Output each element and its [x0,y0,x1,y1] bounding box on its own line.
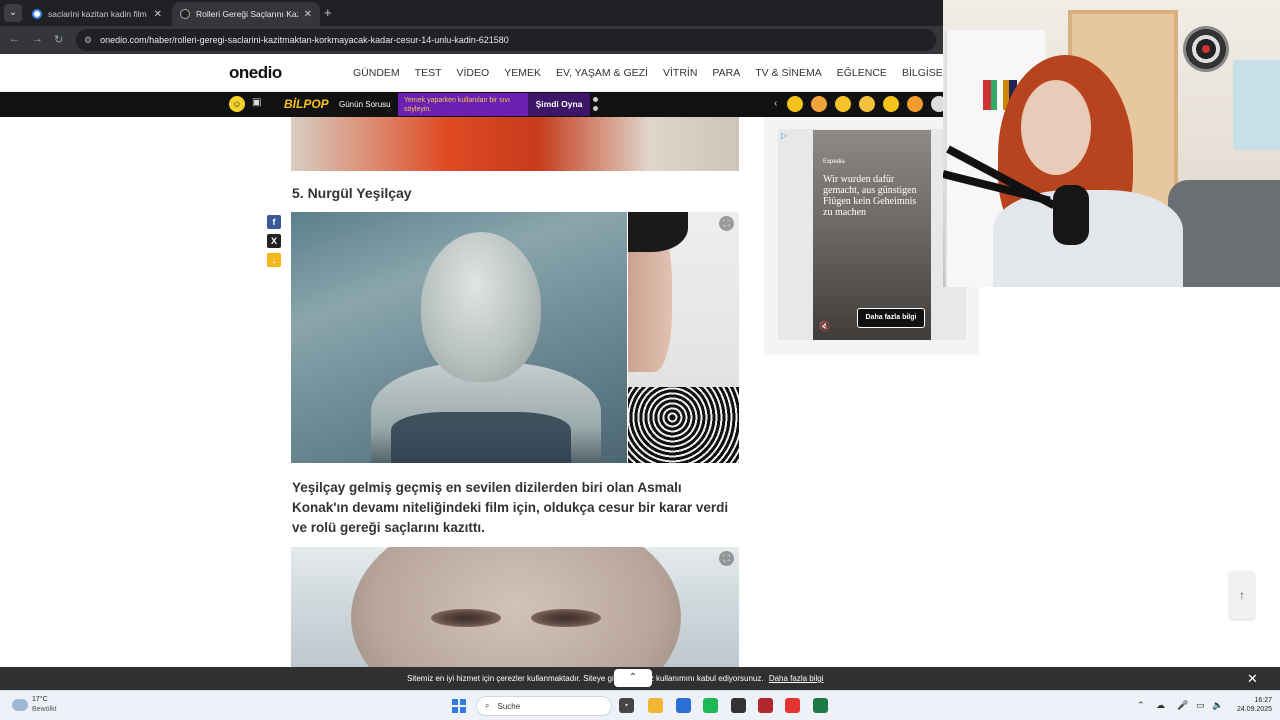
chrome-icon[interactable] [785,698,800,713]
obs-icon[interactable] [731,698,746,713]
spotify-icon[interactable] [703,698,718,713]
download-icon[interactable]: ↓ [267,253,281,267]
weather-temperature[interactable]: 17°C [32,696,48,703]
close-tab-icon[interactable]: ✕ [154,9,162,20]
photo-right-panel [628,212,739,463]
webcam-overlay [943,0,1280,287]
browser-tab-active[interactable]: Rolleri Gereği Saçlarını Kazıtm ✕ [172,2,320,26]
site-logo[interactable]: onedio [229,63,282,83]
emoji-icon[interactable] [883,96,899,112]
nav-item[interactable]: TEST [415,67,442,79]
article-paragraph: Yeşilçay gelmiş geçmiş en sevilen dizile… [292,480,729,535]
nav-item[interactable]: TV & SİNEMA [755,67,822,79]
speaker-muted-icon[interactable]: 🔈 [1212,700,1223,711]
main-nav: GÜNDEM TEST VİDEO YEMEK EV, YAŞAM & GEZİ VİTR… [353,67,949,79]
task-view-icon[interactable]: ▪ [619,698,634,713]
emoji-icon[interactable] [907,96,923,112]
x-icon[interactable]: X [267,234,281,248]
nav-item[interactable]: EV, YAŞAM & GEZİ [556,67,648,79]
monitor-icon[interactable]: ▭ [1196,700,1205,711]
ad-brand: Expedia [823,159,845,165]
fullscreen-icon[interactable]: ⛶ [719,216,734,231]
smiley-icon[interactable]: ☺ [229,96,245,112]
screen: ⌄ saclarini kazitan kadin film kara ✕ Ro… [0,0,1280,720]
gamepad-icon[interactable]: ▣ [252,97,261,108]
emoji-icon[interactable] [835,96,851,112]
url-field[interactable]: ⚙ onedio.com/haber/rolleri-geregi-saclar… [76,29,936,51]
back-icon[interactable]: ← [9,33,20,45]
url-text: onedio.com/haber/rolleri-geregi-saclarin… [100,35,509,45]
chevron-left-icon[interactable]: ‹ [774,98,777,109]
store-icon[interactable] [676,698,691,713]
video-app-icon[interactable] [758,698,773,713]
search-icon: ⌕ [485,701,490,710]
taskbar-search[interactable]: ⌕ Suche [476,696,612,716]
new-tab-icon[interactable]: + [324,5,332,20]
eye-right [531,609,601,627]
nav-item[interactable]: PARA [712,67,740,79]
eye-left [431,609,501,627]
shaved-head [421,232,541,382]
share-buttons: f X ↓ [264,215,284,272]
windows-taskbar: 17°C Bewölkt ⌕ Suche ▪ ⌃ ☁ 🎤 ▭ 🔈 16:27 2… [0,690,1280,720]
cookie-more-link[interactable]: Daha fazla bilgi [769,674,824,683]
microphone-icon[interactable]: 🎤 [1177,700,1188,711]
mute-icon[interactable]: 🔇 [819,321,830,332]
carousel-dots[interactable] [593,97,599,115]
search-placeholder: Suche [497,701,521,711]
browser-tab[interactable]: saclarini kazitan kadin film kara ✕ [24,2,170,26]
daily-question[interactable]: Yemek yaparken kullanılan bir sıvı söyle… [398,93,528,116]
google-favicon-icon [32,9,42,19]
daily-question-label: Günün Sorusu [339,100,391,109]
weather-condition: Bewölkt [32,706,57,713]
ad-choices-icon[interactable]: ▷ [781,131,787,140]
nav-item[interactable]: YEMEK [504,67,541,79]
nav-item[interactable]: GÜNDEM [353,67,400,79]
chevron-up-icon[interactable]: ⌃ [1137,700,1145,711]
scroll-to-top-button[interactable]: ↑ [1229,571,1255,619]
clock[interactable]: 16:27 24.09.2025 [1232,696,1272,714]
bilpop-logo[interactable]: BİLPOP [284,97,329,111]
close-tab-icon[interactable]: ✕ [304,9,312,20]
emoji-reactions [787,96,947,112]
microphone [1053,185,1089,245]
list-item-heading: 5. Nurgül Yeşilçay [292,185,412,201]
cloud-sync-icon[interactable]: ☁ [1156,700,1165,711]
emoji-icon[interactable] [811,96,827,112]
file-explorer-icon[interactable] [648,698,663,713]
play-now-button[interactable]: Şimdi Oyna [528,93,590,116]
article-image[interactable] [291,212,739,463]
nav-item[interactable]: EĞLENCE [837,67,887,79]
onedio-favicon-icon [180,9,190,19]
site-info-icon[interactable]: ⚙ [84,35,92,46]
nav-item[interactable]: VİDEO [457,67,490,79]
facebook-icon[interactable]: f [267,215,281,229]
photo-left-panel [291,212,627,463]
cloud-icon[interactable] [12,699,28,711]
previous-article-image [291,117,739,171]
tab-title: saclarini kazitan kadin film kara [48,9,148,19]
tab-title: Rolleri Gereği Saçlarını Kazıtm [196,9,298,19]
emoji-icon[interactable] [787,96,803,112]
ad-cta-button[interactable]: Daha fazla bilgi [857,308,925,328]
ad-copy: Wir wurden dafür gemacht, aus günstigen … [823,174,917,218]
excel-icon[interactable] [813,698,828,713]
cookie-banner: Sitemiz en iyi hizmet için çerezler kull… [0,667,1280,690]
dartboard [1183,26,1229,72]
windows-start-icon[interactable] [452,699,466,713]
fullscreen-icon[interactable]: ⛶ [719,551,734,566]
nav-item[interactable]: BİLGİSEL [902,67,949,79]
emoji-icon[interactable] [859,96,875,112]
close-icon[interactable]: ✕ [1247,671,1258,687]
forward-icon[interactable]: → [32,33,43,45]
nav-item[interactable]: VİTRİN [663,67,697,79]
reload-icon[interactable]: ↻ [54,33,63,46]
chevron-up-icon[interactable]: ⌃ [614,669,652,687]
tab-search-icon[interactable]: ⌄ [4,4,22,22]
